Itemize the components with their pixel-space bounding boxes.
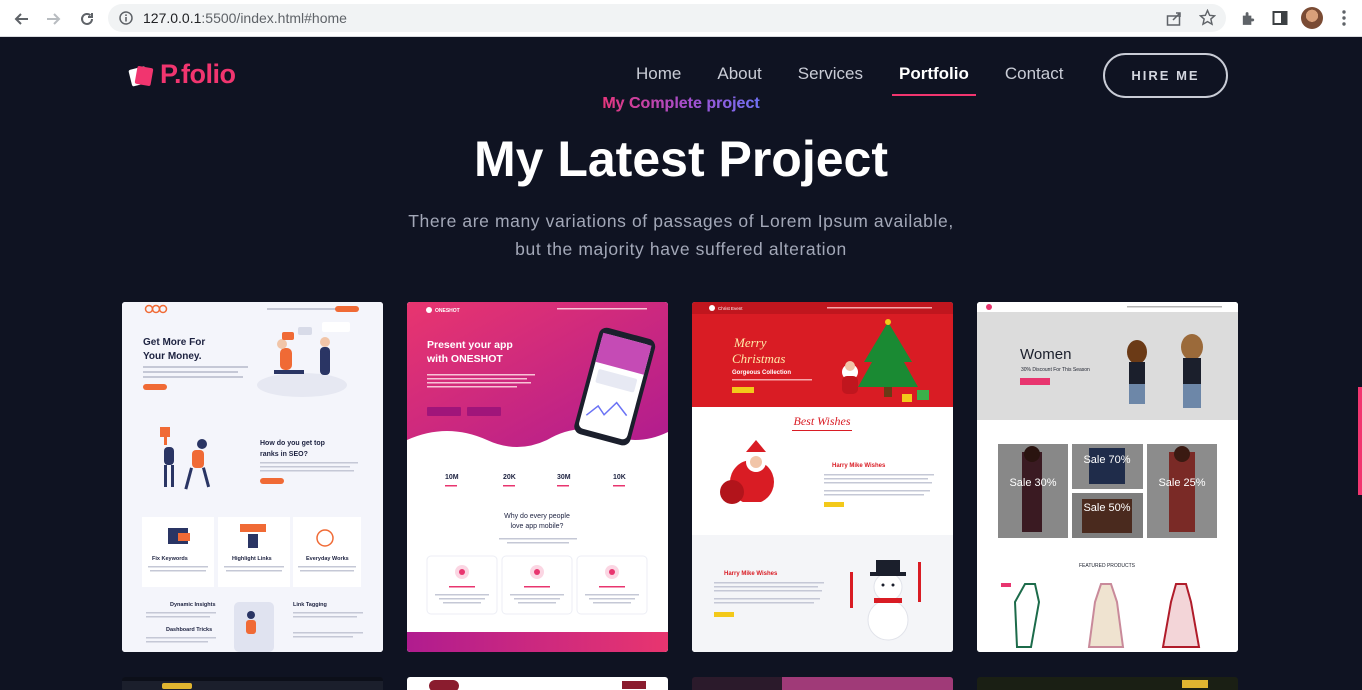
section-title: My Latest Project [473,131,888,187]
nav-contact[interactable]: Contact [1005,64,1064,84]
seo-question-line-1: How do you get top [260,440,325,447]
project-card-oneshot[interactable]: ONESHOT Present your app with ONESHOT 10… [407,302,668,652]
bookmark-star-icon[interactable] [1198,8,1217,31]
url-text: 127.0.0.1:5500/index.html#home [143,10,347,26]
seo-bottom-2: Link Tagging [293,602,327,608]
section-subtitle-text: My Complete project [602,95,760,112]
oneshot-heading-line-1: Present your app [427,339,513,351]
main-nav: Home About Services Portfolio Contact [636,64,1099,96]
project-thumbnail-seo: Get More For Your Money. How do you get … [122,302,383,652]
nav-home[interactable]: Home [636,64,681,84]
nav-about[interactable]: About [717,64,761,84]
seo-heading-line-1: Get More For [143,337,205,348]
project-card-8[interactable] [977,677,1238,690]
oneshot-stat-2: 20K [503,474,516,481]
seo-feature-3: Everyday Works [306,556,349,562]
reload-icon[interactable] [76,8,98,30]
oneshot-heading-line-2: with ONESHOT [426,353,503,365]
seo-feature-2: Highlight Links [232,556,272,562]
address-bar[interactable]: 127.0.0.1:5500/index.html#home [108,4,1226,32]
section-description: There are many variations of passages of… [0,207,1362,263]
hire-me-button[interactable]: HIRE ME [1103,53,1228,98]
oneshot-stat-3: 30M [557,474,571,481]
seo-heading-line-2: Your Money. [143,351,202,362]
project-card-fashion[interactable]: Women 30% Discount For This Season Sale … [977,302,1238,652]
christmas-heading-line-1: Merry [733,335,767,350]
fashion-sale-4: Sale 25% [1158,477,1205,489]
extensions-puzzle-icon[interactable] [1238,8,1258,28]
project-thumbnail-fashion: Women 30% Discount For This Season Sale … [977,302,1238,652]
seo-bottom-3: Dashboard Tricks [166,627,212,633]
nav-services[interactable]: Services [798,64,863,84]
menu-kebab-icon[interactable] [1334,8,1354,28]
christmas-card-title-2: Harry Mike Wishes [724,571,778,577]
project-card-christmas[interactable]: Christ Event Merry Christmas Gorgeous Co… [692,302,953,652]
fashion-sale-1: Sale 30% [1009,477,1056,489]
nav-portfolio[interactable]: Portfolio [891,64,976,96]
forward-arrow-icon[interactable] [43,8,65,30]
site-logo[interactable]: P.folio [126,59,236,90]
christmas-heading-line-2: Christmas [732,351,785,366]
seo-feature-1: Fix Keywords [152,556,188,562]
fashion-featured: FEATURED PRODUCTS [1079,563,1136,569]
oneshot-brand: ONESHOT [435,308,460,314]
description-line-2: but the majority have suffered alteratio… [515,239,847,259]
side-panel-icon[interactable] [1270,8,1290,28]
oneshot-stat-4: 10K [613,474,626,481]
seo-bottom-1: Dynamic Insights [170,602,216,608]
project-card-5[interactable] [122,677,383,690]
project-card-7[interactable] [692,677,953,690]
christmas-card-title-1: Harry Mike Wishes [832,463,886,469]
logo-mark-icon [126,63,154,87]
christmas-sub: Gorgeous Collection [732,370,791,376]
url-host: 127.0.0.1 [143,10,202,26]
project-thumbnail-oneshot: ONESHOT Present your app with ONESHOT 10… [407,302,668,652]
oneshot-question-line-1: Why do every people [504,513,570,520]
project-card-seo[interactable]: Get More For Your Money. How do you get … [122,302,383,652]
fashion-sub: 30% Discount For This Season [1021,367,1090,373]
scroll-indicator [1358,387,1362,495]
christmas-brand: Christ Event [718,306,743,311]
oneshot-question-line-2: love app mobile? [511,523,564,530]
description-line-1: There are many variations of passages of… [408,211,954,231]
fashion-sale-3: Sale 50% [1083,502,1130,514]
seo-question-line-2: ranks in SEO? [260,451,308,458]
christmas-wishes: Best Wishes [794,414,851,428]
project-card-6[interactable] [407,677,668,690]
url-path: :5500/index.html#home [201,10,347,26]
oneshot-stat-1: 10M [445,474,459,481]
logo-text: P.folio [160,59,236,89]
project-thumbnail-christmas: Christ Event Merry Christmas Gorgeous Co… [692,302,953,652]
fashion-heading: Women [1020,346,1071,363]
back-arrow-icon[interactable] [10,8,32,30]
browser-toolbar: 127.0.0.1:5500/index.html#home [0,0,1362,37]
info-icon[interactable] [119,11,133,30]
fashion-sale-2: Sale 70% [1083,454,1130,466]
profile-avatar[interactable] [1301,7,1323,29]
portfolio-page: P.folio Home About Services Portfolio Co… [0,37,1362,690]
share-icon[interactable] [1166,10,1183,31]
section-subtitle: My Complete project [0,95,1362,113]
